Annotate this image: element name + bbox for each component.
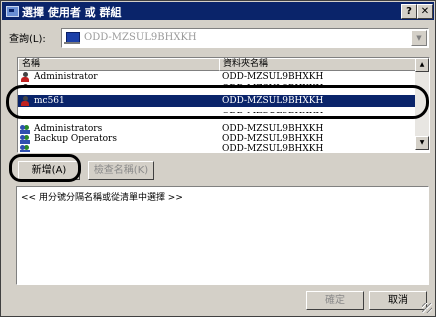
list-item[interactable]: Administrator ODD-MZSUL9BHXKH <box>18 71 415 83</box>
computer-icon <box>64 32 80 44</box>
ok-button[interactable]: 確定 <box>306 291 364 310</box>
names-input[interactable]: << 用分號分隔名稱或從清單中選擇 >> <box>16 186 429 285</box>
highlight-selected-row <box>6 85 429 119</box>
scroll-down-icon[interactable]: ▼ <box>415 136 429 150</box>
close-button[interactable]: ✕ <box>417 4 433 19</box>
resize-grip-icon[interactable] <box>422 303 432 313</box>
names-input-hint: << 用分號分隔名稱或從清單中選擇 >> <box>21 193 183 203</box>
scroll-up-icon[interactable]: ▲ <box>415 58 429 72</box>
cancel-button[interactable]: 取消 <box>369 291 427 310</box>
chevron-down-icon[interactable]: ▼ <box>411 30 427 46</box>
look-in-dropdown[interactable]: ODD-MZSUL9BHXKH ▼ <box>61 28 429 48</box>
title-bar: 選擇 使用者 或 群組 ? ✕ <box>2 2 434 20</box>
column-header-folder[interactable]: 資料夾名稱 <box>219 58 417 71</box>
look-in-label: 查詢(L): <box>9 34 46 45</box>
item-name: Administrator <box>34 72 98 82</box>
dialog-icon <box>6 6 19 17</box>
list-header: 名稱 資料夾名稱 <box>18 58 417 71</box>
group-icon <box>20 144 30 152</box>
look-in-value: ODD-MZSUL9BHXKH <box>84 32 197 43</box>
window-title: 選擇 使用者 或 群組 <box>22 6 122 19</box>
item-folder: ODD-MZSUL9BHXKH <box>222 144 324 153</box>
column-header-name[interactable]: 名稱 <box>18 58 220 71</box>
highlight-add-button <box>9 154 81 182</box>
help-button[interactable]: ? <box>401 4 417 19</box>
list-item[interactable]: ODD-MZSUL9BHXKH <box>18 143 415 153</box>
user-icon <box>20 72 30 82</box>
item-folder: ODD-MZSUL9BHXKH <box>222 72 324 82</box>
check-names-button[interactable]: 檢查名稱(K) <box>88 161 154 180</box>
